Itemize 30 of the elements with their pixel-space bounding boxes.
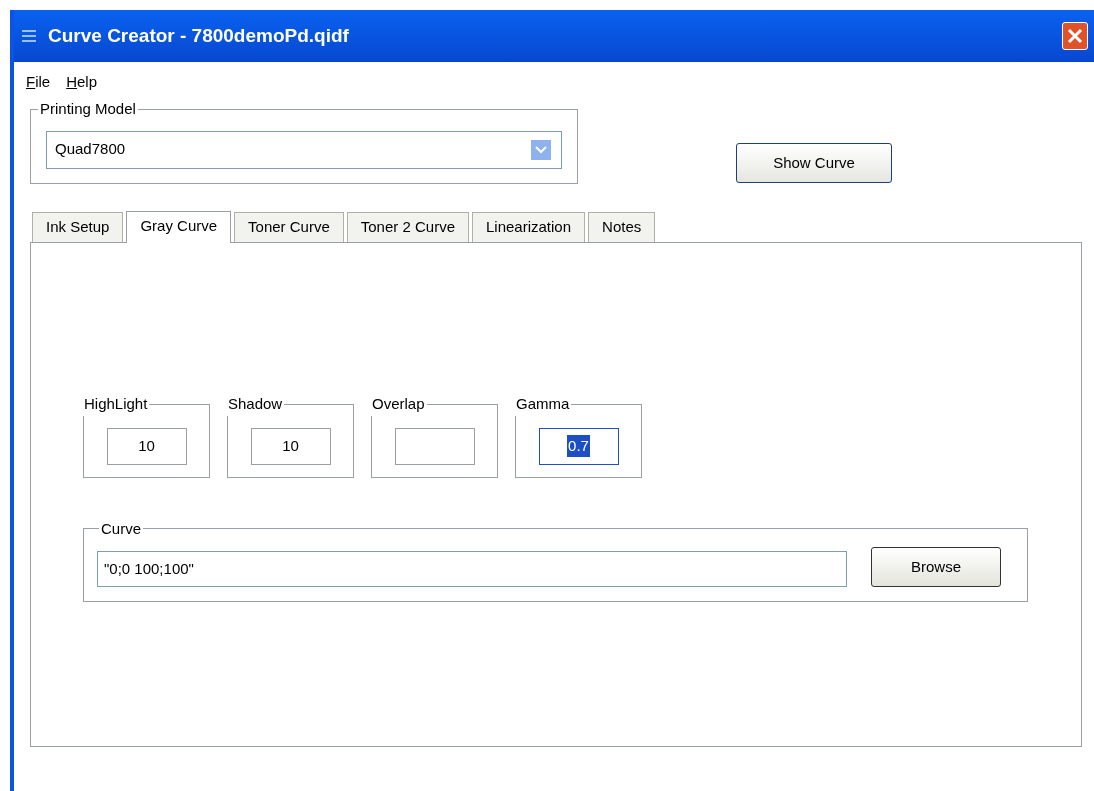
number-field[interactable]: 10 — [250, 427, 331, 465]
model-dropdown[interactable]: Quad7800 — [46, 130, 562, 169]
group-label: HighLight — [83, 394, 149, 414]
tab[interactable]: Linearization — [472, 212, 586, 242]
tab[interactable]: Ink Setup — [32, 212, 124, 242]
number-field[interactable]: 10 — [106, 427, 187, 465]
field-value: 10 — [138, 435, 155, 456]
tab[interactable]: Toner 2 Curve — [346, 212, 469, 242]
group-label: Curve — [100, 518, 142, 539]
browse-button[interactable]: Browse — [871, 547, 1001, 588]
dropdown-value: Quad7800 — [55, 139, 127, 160]
number-field[interactable] — [394, 427, 475, 465]
menu-item[interactable]: File — [24, 70, 53, 94]
window-title: Curve Creator - 7800demoPd.qidf — [48, 23, 350, 48]
field-value: 0.7 — [567, 434, 590, 458]
group-label: Printing Model — [39, 99, 137, 119]
number-field[interactable]: 0.7 — [538, 427, 619, 465]
menu-item[interactable]: Help — [64, 70, 100, 94]
window-menu-icon — [22, 30, 36, 42]
tab[interactable]: Gray Curve — [126, 211, 232, 243]
curve-field[interactable]: "0;0 100;100" — [97, 551, 847, 588]
close-button[interactable] — [1062, 22, 1088, 50]
tab[interactable]: Notes — [588, 212, 656, 242]
group-label: Shadow — [227, 394, 284, 414]
close-icon — [1067, 28, 1083, 44]
field-value: 10 — [282, 435, 299, 456]
group-label: Gamma — [515, 394, 571, 414]
group-label: Overlap — [371, 394, 426, 414]
tab[interactable]: Toner Curve — [234, 212, 344, 242]
show-curve-button[interactable]: Show Curve — [736, 143, 892, 183]
